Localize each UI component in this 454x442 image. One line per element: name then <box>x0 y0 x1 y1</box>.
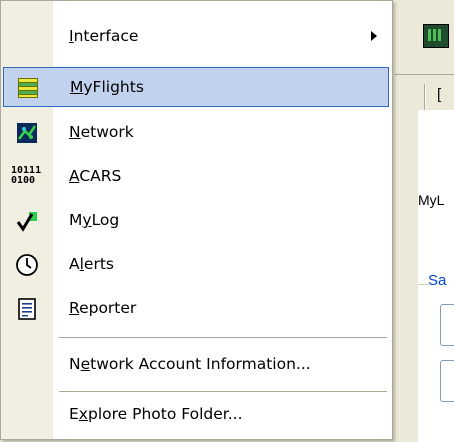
background-input-box[interactable] <box>440 360 454 402</box>
clock-icon <box>15 253 39 277</box>
menu-item-label: Network <box>69 123 134 141</box>
background-tab-fragment[interactable]: MyL <box>418 192 444 208</box>
menu-item-explore-photo-folder[interactable]: Explore Photo Folder... <box>3 395 389 435</box>
binary-digits-icon: 10111 0100 <box>11 165 42 186</box>
menu-item-acars[interactable]: 10111 0100 ACARS <box>3 157 389 197</box>
toolbar-separator-highlight <box>425 84 426 110</box>
background-groupbox-label: Sa <box>428 272 447 289</box>
menu-item-label: ACARS <box>69 167 122 185</box>
menu-item-label: Explore Photo Folder... <box>69 405 243 423</box>
document-icon <box>15 297 39 321</box>
submenu-arrow-icon <box>371 31 377 41</box>
background-input-box[interactable] <box>440 304 454 346</box>
menu-separator <box>59 391 387 392</box>
menu-separator <box>59 337 387 338</box>
menu-item-mylog[interactable]: MyLog <box>3 201 389 241</box>
toolbar-divider <box>395 74 454 75</box>
background-text-fragment: [ <box>437 86 442 103</box>
background-network-icon[interactable] <box>423 24 449 48</box>
menu-item-myflights[interactable]: MyFlights <box>3 67 389 107</box>
menu-item-alerts[interactable]: Alerts <box>3 245 389 285</box>
flight-strip-icon <box>16 76 40 100</box>
menu-item-label: MyFlights <box>70 78 144 96</box>
menu-item-label: Interface <box>69 27 139 45</box>
menu-item-label: Reporter <box>69 299 137 317</box>
network-radar-icon <box>15 121 39 145</box>
checkmark-icon <box>15 209 39 233</box>
menu-item-interface[interactable]: Interface <box>3 17 389 57</box>
menu-item-label: Network Account Information... <box>69 355 311 373</box>
menu-item-label: Alerts <box>69 255 114 273</box>
menu-item-reporter[interactable]: Reporter <box>3 289 389 329</box>
menu-item-network-account-information[interactable]: Network Account Information... <box>3 345 389 385</box>
groupbox-line <box>418 284 428 285</box>
menu-item-label: MyLog <box>69 211 120 229</box>
menu-item-network[interactable]: Network <box>3 113 389 153</box>
dropdown-menu: Interface MyFlights Network 10111 0100 A… <box>0 0 393 440</box>
